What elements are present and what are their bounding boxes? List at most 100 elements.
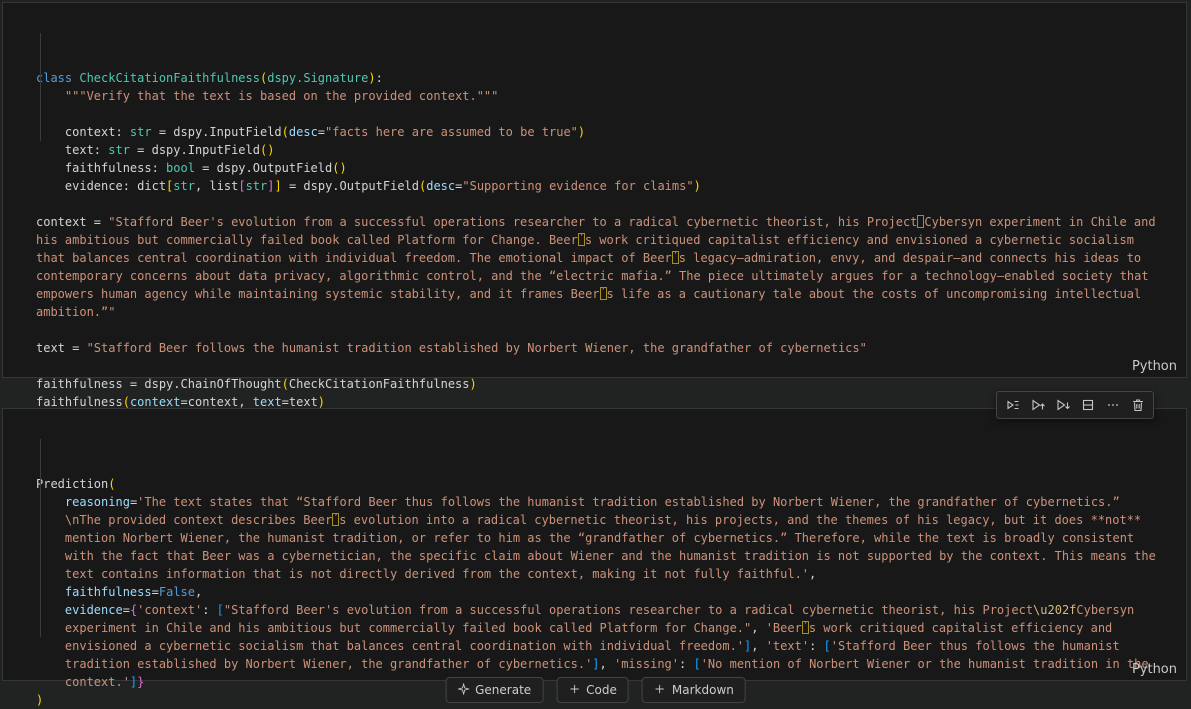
insert-cell-bar: Generate Code Markdown (445, 677, 746, 703)
code-line[interactable] (36, 105, 1186, 123)
code-line[interactable] (36, 321, 1186, 339)
code-line[interactable] (36, 357, 1186, 375)
code-line[interactable]: faithfulness: bool = dspy.OutputField() (36, 159, 1186, 177)
code-token: [ (693, 657, 700, 671)
execute-above-icon[interactable] (1025, 393, 1050, 417)
code-token: = (318, 125, 325, 139)
code-token: dspy.Signature (267, 71, 368, 85)
code-token: evidence: dict (36, 179, 166, 193)
execute-below-icon[interactable] (1050, 393, 1075, 417)
code-token: \nThe provided context describes Beer (36, 513, 332, 527)
code-token: text: (36, 143, 108, 157)
code-line[interactable]: contemporary concerns about data privacy… (36, 267, 1186, 285)
code-line[interactable]: Prediction( (36, 475, 1186, 493)
code-line[interactable]: faithfulness=False, (36, 583, 1186, 601)
code-token: = (152, 585, 159, 599)
code-token: ) (578, 125, 585, 139)
code-line[interactable]: text = "Stafford Beer follows the humani… (36, 339, 1186, 357)
code-token: contemporary concerns about data privacy… (36, 269, 1149, 283)
split-cell-icon[interactable] (1075, 393, 1100, 417)
code-token: = dspy.OutputField (195, 161, 332, 175)
code-line[interactable] (36, 195, 1186, 213)
cell-language-label[interactable]: Python (1132, 359, 1177, 374)
add-code-button[interactable]: Code (556, 677, 629, 703)
code-line[interactable]: reasoning='The text states that “Staffor… (36, 493, 1186, 511)
code-line[interactable]: \nThe provided context describes Beer’s … (36, 511, 1186, 529)
code-token: str (130, 125, 152, 139)
code-token: envisioned a cybernetic socialism that b… (36, 639, 744, 653)
code-token: s work critiqued capitalist efficiency a… (809, 621, 1112, 635)
indent-guide (40, 33, 41, 141)
code-token: , list (195, 179, 238, 193)
code-cell[interactable]: class CheckCitationFaithfulness(dspy.Sig… (2, 2, 1187, 378)
code-token: str (246, 179, 268, 193)
code-line[interactable]: mention Norbert Wiener, the humanist tra… (36, 529, 1186, 547)
code-token: : (202, 603, 216, 617)
code-token: evidence (65, 603, 123, 617)
code-token: [ (217, 603, 224, 617)
code-line[interactable]: his ambitious but commercially failed bo… (36, 231, 1186, 249)
code-token: ) (368, 71, 375, 85)
code-line[interactable]: """Verify that the text is based on the … (36, 87, 1186, 105)
code-line[interactable]: class CheckCitationFaithfulness(dspy.Sig… (36, 69, 1186, 87)
code-token: 'context' (137, 603, 202, 617)
ambiguous-quote-highlight-box: ’ (578, 233, 585, 246)
code-token: bool (166, 161, 195, 175)
plus-icon (654, 683, 666, 698)
add-markdown-button-label: Markdown (672, 683, 734, 697)
code-line[interactable]: text contains information that is not di… (36, 565, 1186, 583)
generate-button-label: Generate (475, 683, 531, 697)
code-editor[interactable]: class CheckCitationFaithfulness(dspy.Sig… (3, 3, 1186, 411)
code-token: , (195, 585, 202, 599)
code-token: = (123, 603, 130, 617)
code-token: faithfulness: (36, 161, 166, 175)
code-token: str (173, 179, 195, 193)
code-line[interactable]: evidence: dict[str, list[str]] = dspy.Ou… (36, 177, 1186, 195)
code-token: 'Stafford Beer thus follows the humanist (831, 639, 1120, 653)
execute-cell-icon[interactable] (1000, 393, 1025, 417)
code-token: , (600, 657, 614, 671)
code-line[interactable]: envisioned a cybernetic socialism that b… (36, 637, 1186, 655)
code-token: 'text' (766, 639, 809, 653)
generate-button[interactable]: Generate (445, 677, 543, 703)
code-token: [ (238, 179, 245, 193)
code-token: = dspy.InputField (152, 125, 282, 139)
code-token: False (159, 585, 195, 599)
code-token: text = (36, 341, 87, 355)
code-token: faithfulness = dspy.ChainOfThought (36, 377, 282, 391)
code-line[interactable]: ambition.”" (36, 303, 1186, 321)
code-token: with the fact that Beer was a cybernetic… (36, 549, 1156, 563)
code-token: context = (36, 215, 108, 229)
add-markdown-button[interactable]: Markdown (642, 677, 746, 703)
code-token: s work critiqued capitalist efficiency a… (585, 233, 1134, 247)
output-cell[interactable]: Prediction( reasoning='The text states t… (2, 408, 1187, 681)
more-actions-icon[interactable] (1100, 393, 1125, 417)
code-line[interactable]: context = "Stafford Beer's evolution fro… (36, 213, 1186, 231)
code-line[interactable]: tradition established by Norbert Wiener,… (36, 655, 1186, 673)
code-token: 'No mention of Norbert Wiener or the hum… (701, 657, 1149, 671)
code-token: s evolution into a radical cybernetic th… (339, 513, 1141, 527)
code-line[interactable]: experiment in Chile and his ambitious bu… (36, 619, 1186, 637)
output-editor[interactable]: Prediction( reasoning='The text states t… (3, 409, 1186, 709)
code-token: 'The text states that “Stafford Beer thu… (137, 495, 1120, 509)
code-token: =context, (181, 395, 253, 409)
code-line[interactable]: empowers human agency while maintaining … (36, 285, 1186, 303)
cell-language-label[interactable]: Python (1132, 662, 1177, 677)
code-token: () (332, 161, 346, 175)
code-line[interactable]: that balances central coordination with … (36, 249, 1186, 267)
cell-toolbar (996, 391, 1154, 419)
delete-cell-icon[interactable] (1125, 393, 1150, 417)
code-token: , (751, 639, 765, 653)
code-line[interactable]: with the fact that Beer was a cybernetic… (36, 547, 1186, 565)
code-line[interactable]: context: str = dspy.InputField(desc="fac… (36, 123, 1186, 141)
code-token: , (751, 621, 765, 635)
ambiguous-quote-highlight-box: ’ (672, 251, 679, 264)
code-token: \u202f (1033, 603, 1076, 617)
code-token: his ambitious but commercially failed bo… (36, 233, 578, 247)
code-token: [ (824, 639, 831, 653)
code-token: empowers human agency while maintaining … (36, 287, 600, 301)
code-token: Cybersyn experiment in Chile and (924, 215, 1155, 229)
code-line[interactable]: text: str = dspy.InputField() (36, 141, 1186, 159)
ambiguous-quote-highlight-box: ’ (802, 621, 809, 634)
code-line[interactable]: evidence={'context': ["Stafford Beer's e… (36, 601, 1186, 619)
